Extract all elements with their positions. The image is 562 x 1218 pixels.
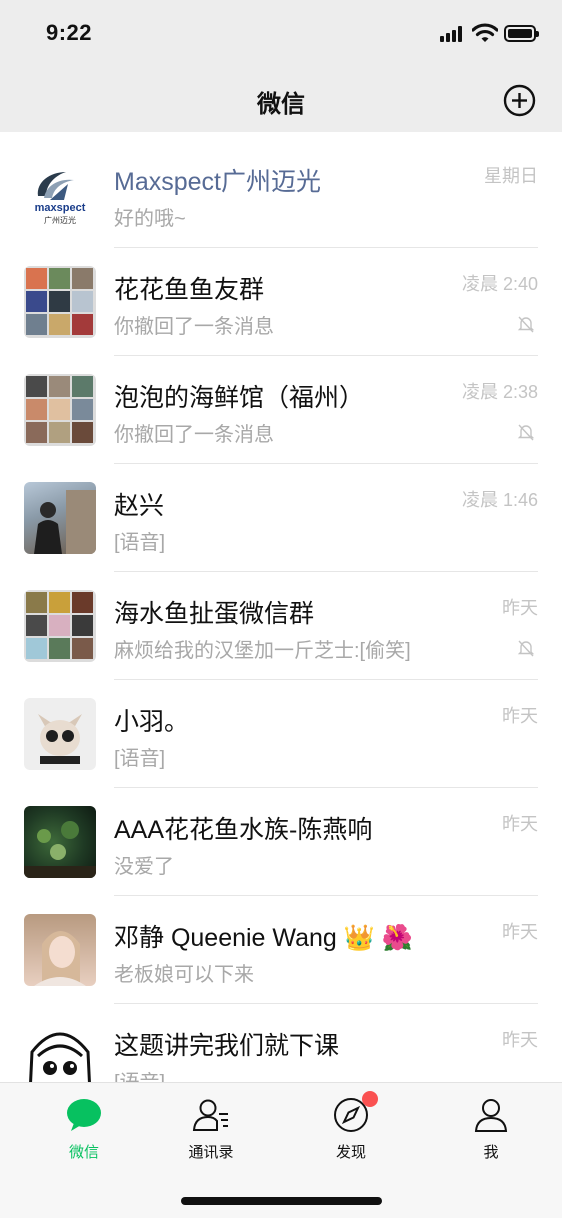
add-plus-icon[interactable] (503, 84, 536, 117)
mute-bell-icon (517, 640, 535, 657)
logo-text: maxspect (34, 202, 86, 214)
chat-list: maxspect 广州迈光 Maxspect广州迈光 好的哦~ 星期日 花花鱼鱼… (0, 140, 562, 1112)
status-time: 9:22 (46, 20, 93, 45)
chat-preview: 你撤回了一条消息 (114, 316, 274, 338)
chat-name: Maxspect广州迈光 (114, 168, 321, 196)
chat-item-dengjing[interactable]: 邓静 Queenie Wang 👑 🌺 老板娘可以下来 昨天 (0, 896, 562, 1004)
battery-icon (504, 25, 539, 42)
tab-me[interactable]: 我 (431, 1097, 551, 1162)
tab-contacts[interactable]: 通讯录 (151, 1097, 271, 1162)
chat-item-paopao-seafood[interactable]: 泡泡的海鲜馆（福州） 你撤回了一条消息 凌晨 2:38 (0, 356, 562, 464)
chat-name: 这题讲完我们就下课 (114, 1032, 340, 1060)
chat-preview: 好的哦~ (114, 208, 186, 230)
chat-name: 花花鱼鱼友群 (114, 276, 265, 304)
chat-name: AAA花花鱼水族-陈燕响 (114, 816, 373, 844)
avatar-group-grid (24, 266, 96, 338)
chat-time: 昨天 (502, 814, 538, 834)
tab-label: 我 (483, 1144, 499, 1161)
chat-name: 赵兴 (114, 492, 165, 520)
mute-bell-icon (517, 316, 535, 333)
chat-preview: 麻烦给我的汉堡加一斤芝士:[偷笑] (114, 640, 411, 662)
wifi-icon (472, 23, 498, 42)
chat-time: 昨天 (502, 922, 538, 942)
chat-item-maxspect[interactable]: maxspect 广州迈光 Maxspect广州迈光 好的哦~ 星期日 (0, 140, 562, 248)
chat-time: 凌晨 2:38 (461, 382, 538, 402)
avatar-woman-photo (24, 914, 96, 986)
compass-icon-wrap (332, 1091, 378, 1133)
chat-item-aaa-huahuayu[interactable]: AAA花花鱼水族-陈燕响 没爱了 昨天 (0, 788, 562, 896)
home-indicator (181, 1197, 382, 1205)
chat-bubble-icon (67, 1099, 101, 1131)
tab-label: 发现 (335, 1144, 366, 1161)
mute-bell-icon (517, 424, 535, 441)
chat-time: 凌晨 2:40 (461, 274, 538, 294)
top-bar: 9:22 微信 (0, 0, 562, 132)
avatar-group-grid (24, 590, 96, 662)
avatar-aquarium-photo (24, 806, 96, 878)
chat-time: 昨天 (502, 598, 538, 618)
tab-label: 通讯录 (188, 1144, 234, 1161)
chat-preview: 老板娘可以下来 (114, 964, 254, 986)
page-title: 微信 (257, 91, 305, 118)
person-icon (474, 1099, 508, 1132)
chat-preview: 你撤回了一条消息 (114, 424, 274, 446)
chat-preview: [语音] (114, 532, 166, 554)
contacts-icon (192, 1099, 228, 1131)
chat-preview: 没爱了 (114, 856, 174, 878)
chat-item-huahuayu-group[interactable]: 花花鱼鱼友群 你撤回了一条消息 凌晨 2:40 (0, 248, 562, 356)
notification-dot (362, 1091, 378, 1107)
avatar-photo (24, 482, 96, 554)
chat-name: 小羽。 (114, 708, 190, 736)
avatar-dog-photo (24, 698, 96, 770)
cellular-signal-icon (440, 26, 466, 42)
tab-chats[interactable]: 微信 (24, 1097, 144, 1162)
chat-time: 凌晨 1:46 (461, 490, 538, 510)
status-bar: 9:22 (0, 0, 562, 64)
chat-name: 邓静 Queenie Wang 👑 🌺 (114, 924, 413, 952)
chat-item-haishuiyu-group[interactable]: 海水鱼扯蛋微信群 麻烦给我的汉堡加一斤芝士:[偷笑] 昨天 (0, 572, 562, 680)
chat-name: 海水鱼扯蛋微信群 (114, 600, 315, 628)
chat-item-xiaoyu[interactable]: 小羽。 [语音] 昨天 (0, 680, 562, 788)
chat-time: 昨天 (502, 706, 538, 726)
tab-label: 微信 (68, 1144, 99, 1161)
chat-time: 星期日 (484, 166, 538, 186)
chat-name: 泡泡的海鲜馆（福州） (114, 384, 365, 412)
avatar-group-grid (24, 374, 96, 446)
chat-item-zhaoxing[interactable]: 赵兴 [语音] 凌晨 1:46 (0, 464, 562, 572)
chat-preview: [语音] (114, 748, 166, 770)
chat-time: 昨天 (502, 1030, 538, 1050)
avatar-maxspect-logo: maxspect 广州迈光 (24, 158, 96, 230)
logo-subtext: 广州迈光 (44, 216, 76, 225)
tab-discover[interactable]: 发现 (291, 1091, 411, 1162)
